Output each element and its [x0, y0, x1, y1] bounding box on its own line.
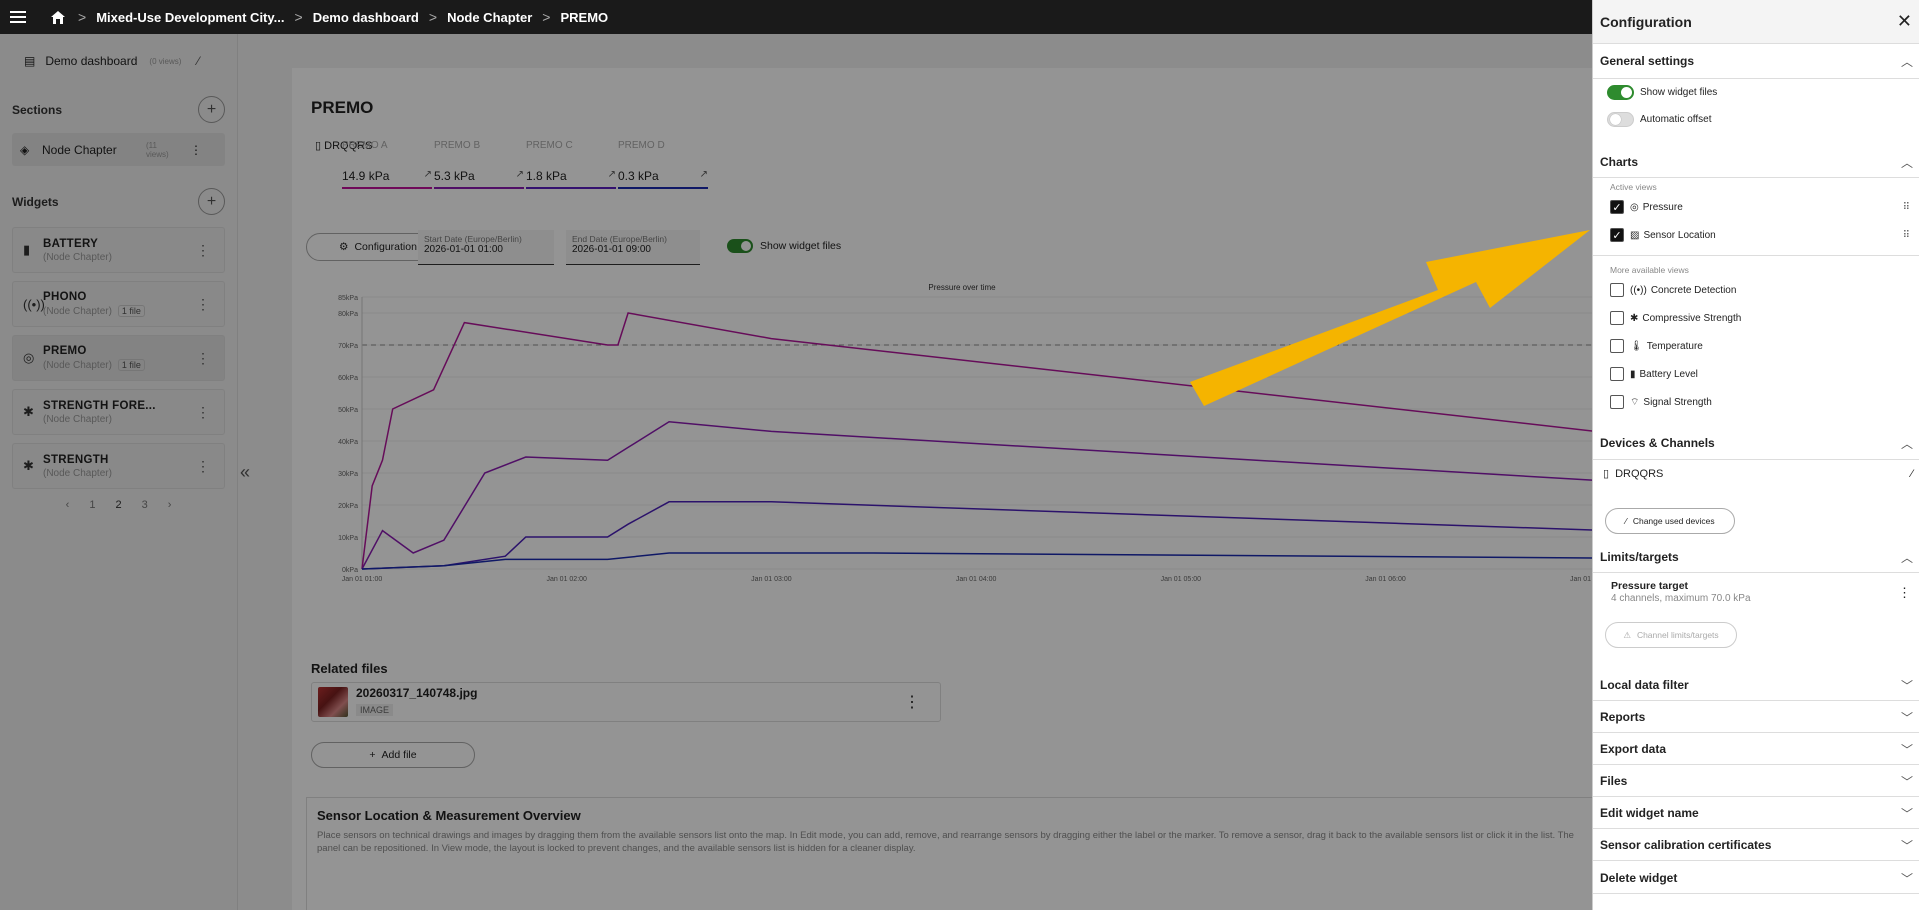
section-label: Edit widget name [1600, 806, 1699, 820]
collapsed-section-header[interactable]: Delete widget ﹀ [1593, 869, 1919, 887]
section-label: Reports [1600, 710, 1646, 724]
active-views-label: Active views [1610, 182, 1657, 192]
charts-header[interactable]: Charts ︿ [1593, 153, 1919, 171]
view-battery-level[interactable]: ▮ Battery Level [1610, 367, 1698, 381]
target-subtitle: 4 channels, maximum 70.0 kPa [1611, 593, 1751, 604]
view-label: Battery Level [1639, 368, 1698, 380]
device-row: ▯ DRQQRS ⁄ [1603, 467, 1913, 481]
more-views-label: More available views [1610, 265, 1689, 275]
charts-label: Charts [1600, 155, 1639, 169]
view-pressure[interactable]: ✓ ◎ Pressure ⠿ [1610, 200, 1910, 214]
limits-header[interactable]: Limits/targets ︿ [1593, 548, 1919, 566]
section-label: Export data [1600, 742, 1667, 756]
checkbox-unchecked[interactable] [1610, 311, 1624, 325]
view-label: Concrete Detection [1650, 284, 1737, 296]
collapsed-section-header[interactable]: Export data ﹀ [1593, 740, 1919, 758]
chevron-up-icon: ︿ [1900, 54, 1913, 69]
general-settings-label: General settings [1600, 54, 1695, 68]
chevron-up-icon: ︿ [1900, 155, 1913, 170]
panel-title: Configuration [1600, 13, 1692, 30]
battery-icon: ▮ [1630, 368, 1636, 380]
auto-offset-row: Automatic offset [1607, 112, 1712, 127]
device-icon: ▯ [1603, 468, 1610, 480]
more-icon[interactable]: ⋮ [1898, 585, 1911, 601]
view-signal-strength[interactable]: ⌔ Signal Strength [1610, 395, 1712, 409]
breadcrumb-widget: PREMO [560, 9, 609, 25]
devices-header[interactable]: Devices & Channels ︿ [1593, 434, 1919, 452]
pressure-icon: ◎ [1630, 201, 1639, 213]
signal-waves-icon: ((•)) [1630, 284, 1647, 296]
chevron-down-icon: ﹀ [1900, 678, 1913, 693]
checkbox-unchecked[interactable] [1610, 367, 1624, 381]
channel-limits-label: Channel limits/targets [1636, 630, 1719, 640]
view-temperature[interactable]: 🌡 Temperature [1610, 339, 1703, 353]
chevron-down-icon: ﹀ [1900, 806, 1913, 821]
checkbox-checked[interactable]: ✓ [1610, 200, 1624, 214]
channel-limits-button[interactable]: ⚠ Channel limits/targets [1605, 622, 1737, 648]
view-compressive-strength[interactable]: ✱ Compressive Strength [1610, 311, 1741, 325]
strength-icon: ✱ [1630, 312, 1639, 324]
collapsed-section-header[interactable]: Files ﹀ [1593, 772, 1919, 790]
breadcrumb-project[interactable]: Mixed-Use Development City... [96, 10, 284, 25]
thermometer-icon: 🌡 [1630, 340, 1643, 352]
edit-icon[interactable]: ⁄ [1911, 468, 1913, 480]
collapsed-section-header[interactable]: Sensor calibration certificates ﹀ [1593, 836, 1919, 854]
chevron-up-icon: ︿ [1900, 436, 1913, 451]
section-label: Files [1600, 774, 1628, 788]
home-icon[interactable] [48, 7, 68, 27]
view-label: Signal Strength [1643, 396, 1712, 408]
modal-backdrop[interactable] [0, 34, 1592, 910]
chevron-down-icon: ﹀ [1900, 838, 1913, 853]
drag-handle-icon[interactable]: ⠿ [1903, 230, 1910, 241]
view-sensor-location[interactable]: ✓ ▨ Sensor Location ⠿ [1610, 228, 1910, 242]
image-icon: ▨ [1630, 229, 1640, 241]
change-devices-label: Change used devices [1632, 516, 1715, 526]
show-files-row: Show widget files [1607, 85, 1717, 100]
target-title: Pressure target [1611, 580, 1689, 592]
edit-icon: ⁄ [1625, 516, 1627, 526]
collapsed-section-header[interactable]: Reports ﹀ [1593, 708, 1919, 726]
close-icon[interactable]: ✕ [1897, 11, 1912, 32]
checkbox-unchecked[interactable] [1610, 395, 1624, 409]
show-files-switch[interactable] [1607, 85, 1634, 100]
annotation-arrow [1190, 230, 1590, 406]
limits-label: Limits/targets [1600, 550, 1679, 564]
drag-handle-icon[interactable]: ⠿ [1903, 202, 1910, 213]
devices-label: Devices & Channels [1600, 436, 1715, 450]
change-devices-button[interactable]: ⁄ Change used devices [1605, 508, 1735, 534]
chevron-up-icon: ︿ [1900, 550, 1913, 565]
checkbox-unchecked[interactable] [1610, 283, 1624, 297]
target-item: Pressure target 4 channels, maximum 70.0… [1611, 580, 1751, 604]
checkbox-checked[interactable]: ✓ [1610, 228, 1624, 242]
configuration-panel: Configuration ✕ General settings ︿ Show wi… [1592, 0, 1919, 910]
device-name: DRQQRS [1615, 467, 1664, 480]
auto-offset-text: Automatic offset [1640, 114, 1712, 125]
section-label: Delete widget [1600, 871, 1678, 885]
chevron-down-icon: ﹀ [1900, 871, 1913, 886]
checkbox-unchecked[interactable] [1610, 339, 1624, 353]
collapsed-section-header[interactable]: Edit widget name ﹀ [1593, 804, 1919, 822]
view-label: Pressure [1642, 201, 1683, 213]
warning-icon: ⚠ [1623, 629, 1631, 640]
chevron-down-icon: ﹀ [1900, 742, 1913, 757]
view-label: Sensor Location [1643, 229, 1716, 241]
wifi-icon: ⌔ [1630, 396, 1640, 408]
view-concrete-detection[interactable]: ((•)) Concrete Detection [1610, 283, 1736, 297]
chevron-down-icon: ﹀ [1900, 710, 1913, 725]
general-settings-header[interactable]: General settings ︿ [1593, 52, 1919, 70]
view-label: Compressive Strength [1642, 312, 1742, 324]
show-files-text: Show widget files [1640, 87, 1718, 98]
chevron-down-icon: ﹀ [1900, 774, 1913, 789]
section-label: Sensor calibration certificates [1600, 838, 1772, 852]
section-label: Local data filter [1600, 678, 1689, 692]
menu-icon[interactable] [8, 7, 28, 27]
auto-offset-switch[interactable] [1607, 112, 1634, 127]
breadcrumb-dashboard[interactable]: Demo dashboard [313, 10, 419, 25]
view-label: Temperature [1646, 340, 1703, 352]
breadcrumb-section[interactable]: Node Chapter [447, 10, 532, 25]
collapsed-section-header[interactable]: Local data filter ﹀ [1593, 676, 1919, 694]
